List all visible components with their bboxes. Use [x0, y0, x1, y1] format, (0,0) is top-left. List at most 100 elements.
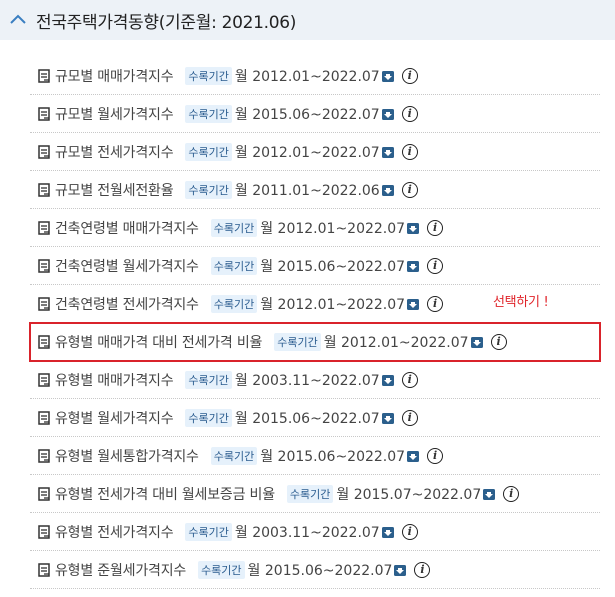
download-icon[interactable]	[381, 526, 394, 538]
document-icon	[38, 68, 50, 83]
document-icon	[38, 486, 50, 501]
list-item[interactable]: 유형별 월세통합가격지수 수록기간 월 2015.06~2022.07 i	[30, 437, 600, 475]
info-icon[interactable]: i	[503, 485, 520, 502]
table-name[interactable]: 유형별 준월세가격지수	[55, 560, 186, 580]
stat-table-list: 규모별 매매가격지수 수록기간 월 2012.01~2022.07 i 규모별 …	[29, 57, 601, 589]
period-range: 월 2003.11~2022.07	[234, 372, 380, 389]
info-icon[interactable]: i	[414, 561, 431, 578]
document-icon	[38, 372, 50, 387]
download-icon[interactable]	[470, 336, 483, 348]
download-icon[interactable]	[407, 260, 420, 272]
period-range: 월 2015.06~2022.07	[247, 562, 393, 579]
download-icon[interactable]	[394, 564, 407, 576]
period-range: 월 2015.06~2022.07	[234, 410, 380, 427]
info-icon[interactable]: i	[401, 143, 418, 160]
document-icon	[38, 334, 50, 349]
period-tag: 수록기간	[286, 484, 334, 503]
period-tag: 수록기간	[210, 256, 258, 275]
table-name[interactable]: 건축연령별 매매가격지수	[55, 218, 199, 238]
period-tag: 수록기간	[210, 218, 258, 237]
info-icon[interactable]: i	[427, 219, 444, 236]
info-icon[interactable]: i	[401, 371, 418, 388]
period-range: 월 2012.01~2022.07	[323, 334, 469, 351]
table-name[interactable]: 유형별 월세통합가격지수	[55, 446, 199, 466]
download-icon[interactable]	[407, 298, 420, 310]
list-item[interactable]: 유형별 월세가격지수 수록기간 월 2015.06~2022.07 i	[30, 399, 600, 437]
table-name[interactable]: 유형별 전세가격 대비 월세보증금 비율	[55, 484, 275, 504]
period-range: 월 2012.01~2022.07	[260, 220, 406, 237]
period-tag: 수록기간	[210, 294, 258, 313]
period-range: 월 2015.07~2022.07	[336, 486, 482, 503]
info-icon[interactable]: i	[401, 523, 418, 540]
period-range: 월 2012.01~2022.07	[234, 68, 380, 85]
table-name[interactable]: 유형별 전세가격지수	[55, 522, 174, 542]
info-icon[interactable]: i	[490, 333, 507, 350]
period-tag: 수록기간	[198, 560, 245, 579]
document-icon	[38, 144, 50, 159]
info-icon[interactable]: i	[401, 105, 418, 122]
list-item[interactable]: 규모별 전세가격지수 수록기간 월 2012.01~2022.07 i	[30, 133, 600, 171]
period-tag: 수록기간	[185, 522, 232, 541]
info-icon[interactable]: i	[401, 181, 418, 198]
list-item[interactable]: 유형별 준월세가격지수 수록기간 월 2015.06~2022.07 i	[30, 551, 600, 589]
period-tag: 수록기간	[185, 104, 232, 123]
table-name[interactable]: 유형별 월세가격지수	[55, 408, 174, 428]
list-item[interactable]: 규모별 매매가격지수 수록기간 월 2012.01~2022.07 i	[30, 57, 600, 95]
info-icon[interactable]: i	[401, 67, 418, 84]
download-icon[interactable]	[381, 412, 394, 424]
period-tag: 수록기간	[210, 446, 258, 465]
list-item[interactable]: 유형별 전세가격지수 수록기간 월 2003.11~2022.07 i	[30, 513, 600, 551]
period-range: 월 2015.06~2022.07	[260, 258, 406, 275]
download-icon[interactable]	[381, 146, 394, 158]
download-icon[interactable]	[407, 222, 420, 234]
download-icon[interactable]	[381, 374, 394, 386]
document-icon	[38, 220, 50, 235]
table-name[interactable]: 규모별 전세가격지수	[55, 142, 174, 162]
document-icon	[38, 410, 50, 425]
table-name[interactable]: 규모별 월세가격지수	[55, 104, 174, 124]
period-tag: 수록기간	[185, 180, 232, 199]
period-tag: 수록기간	[185, 408, 232, 427]
document-icon	[38, 182, 50, 197]
info-icon[interactable]: i	[401, 409, 418, 426]
table-name[interactable]: 규모별 전월세전환율	[55, 180, 174, 200]
period-range: 월 2012.01~2022.07	[260, 296, 406, 313]
download-icon[interactable]	[381, 108, 394, 120]
table-name[interactable]: 건축연령별 전세가격지수	[55, 294, 199, 314]
period-tag: 수록기간	[185, 370, 232, 389]
document-icon	[38, 562, 50, 577]
document-icon	[38, 106, 50, 121]
select-annotation: 선택하기 !	[493, 295, 549, 310]
list-item[interactable]: 규모별 월세가격지수 수록기간 월 2015.06~2022.07 i	[30, 95, 600, 133]
period-range: 월 2015.06~2022.07	[260, 448, 406, 465]
list-item[interactable]: 건축연령별 매매가격지수 수록기간 월 2012.01~2022.07 i	[30, 209, 600, 247]
list-item-selected[interactable]: 유형별 매매가격 대비 전세가격 비율 수록기간 월 2012.01~2022.…	[29, 322, 601, 362]
period-tag: 수록기간	[185, 66, 232, 85]
category-title: 전국주택가격동향(기준월: 2021.06)	[36, 12, 297, 33]
download-icon[interactable]	[381, 184, 394, 196]
document-icon	[38, 258, 50, 273]
category-header[interactable]: 전국주택가격동향(기준월: 2021.06)	[0, 0, 615, 40]
list-item[interactable]: 유형별 전세가격 대비 월세보증금 비율 수록기간 월 2015.07~2022…	[30, 475, 600, 513]
list-item[interactable]: 규모별 전월세전환율 수록기간 월 2011.01~2022.06 i	[30, 171, 600, 209]
document-icon	[38, 448, 50, 463]
list-item[interactable]: 유형별 매매가격지수 수록기간 월 2003.11~2022.07 i	[30, 361, 600, 399]
table-name[interactable]: 유형별 매매가격지수	[55, 370, 174, 390]
table-name[interactable]: 유형별 매매가격 대비 전세가격 비율	[55, 332, 262, 352]
table-name[interactable]: 규모별 매매가격지수	[55, 66, 174, 86]
download-icon[interactable]	[483, 488, 496, 500]
period-tag: 수록기간	[274, 332, 321, 351]
table-name[interactable]: 건축연령별 월세가격지수	[55, 256, 199, 276]
document-icon	[38, 296, 50, 311]
download-icon[interactable]	[381, 70, 394, 82]
list-item[interactable]: 건축연령별 월세가격지수 수록기간 월 2015.06~2022.07 i	[30, 247, 600, 285]
info-icon[interactable]: i	[427, 447, 444, 464]
period-range: 월 2003.11~2022.07	[234, 524, 380, 541]
info-icon[interactable]: i	[427, 295, 444, 312]
info-icon[interactable]: i	[427, 257, 444, 274]
chevron-up-icon[interactable]	[8, 10, 28, 30]
period-tag: 수록기간	[185, 142, 232, 161]
download-icon[interactable]	[407, 450, 420, 462]
period-range: 월 2015.06~2022.07	[234, 106, 380, 123]
document-icon	[38, 524, 50, 539]
